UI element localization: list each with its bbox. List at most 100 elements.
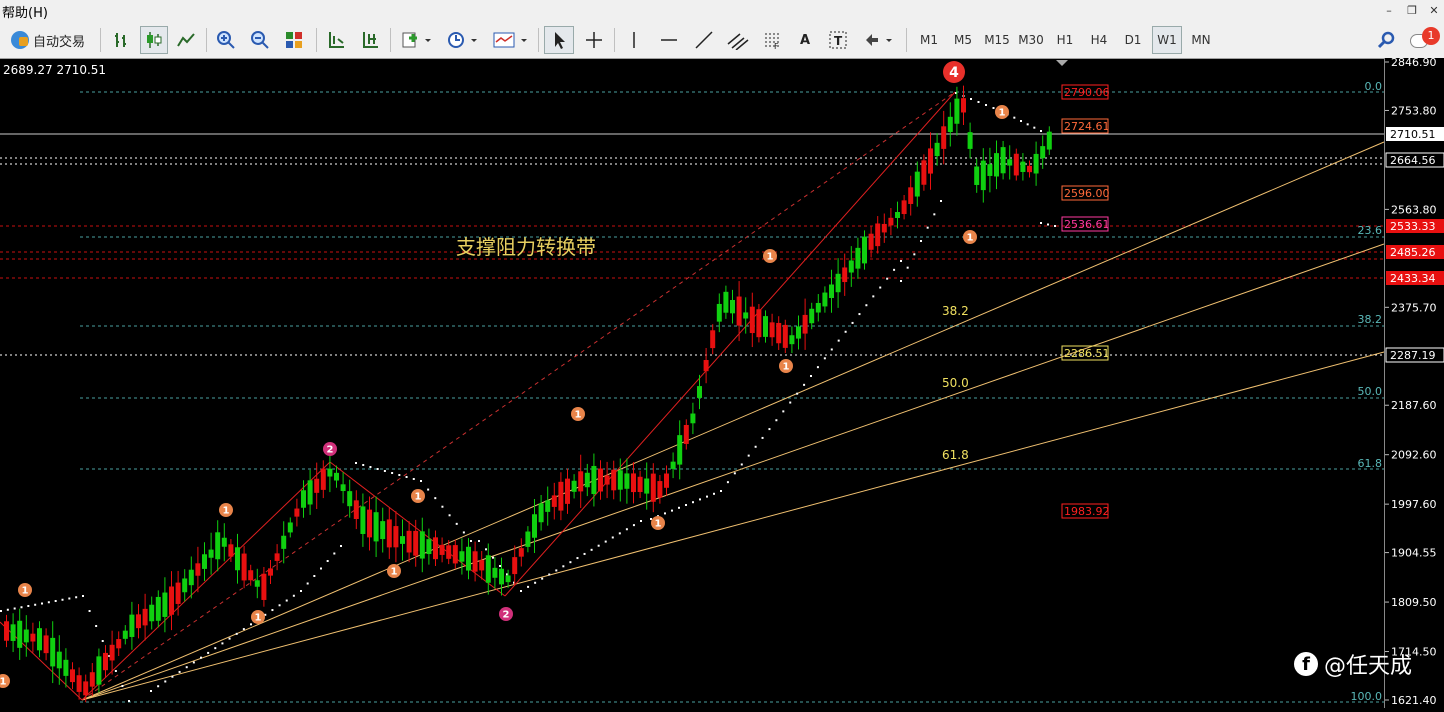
wave-count-label: 4 [949,65,959,81]
zoom-out-icon[interactable] [246,26,274,54]
candle-body [551,495,557,507]
candle-body [947,116,953,133]
menu-bar: 帮助(H) – ❐ ✕ [0,0,1444,23]
horizontal-line-icon[interactable] [654,26,684,54]
sar-dot [41,602,43,605]
candle-body [637,476,643,493]
auto-scroll-icon[interactable] [322,26,350,54]
sar-dot [462,531,465,534]
wave-count-label: 1 [391,567,398,578]
timeframe-m5[interactable]: M5 [948,26,978,54]
close-icon[interactable]: ✕ [1425,3,1443,19]
bar-chart-icon[interactable] [108,26,136,54]
candle-body [875,223,881,247]
candle-body [835,273,841,293]
sar-dot [1013,116,1016,119]
tile-windows-icon[interactable] [280,26,308,54]
fibonacci-icon[interactable]: F [758,26,786,54]
indicators-menu-button[interactable] [396,26,436,54]
price-chart[interactable]: 2790.06 2724.61 2596.00 2536.61 2286.51 1983.… [0,58,1444,708]
candle-body [776,322,782,344]
sar-dot [678,506,680,509]
sar-dot [618,532,621,535]
candle-body [1000,147,1006,174]
line-chart-icon[interactable] [172,26,200,54]
cursor-icon[interactable] [544,26,574,54]
sar-dot [405,476,408,478]
svg-text:T: T [834,34,843,48]
candle-body [683,424,689,444]
candle-body [994,153,999,177]
candle-body [809,308,815,324]
svg-text:F: F [774,42,779,50]
text-tool-icon[interactable]: A [792,26,818,54]
templates-menu-button[interactable] [488,26,532,54]
candle-body [565,478,570,504]
sar-dot [391,472,394,474]
candle-body [320,468,326,490]
candle-body [723,291,729,313]
auto-trade-button[interactable]: 自动交易 [2,26,94,54]
trendline-icon[interactable] [690,26,718,54]
minimize-icon[interactable]: – [1380,3,1398,19]
sar-dot [340,545,342,547]
search-icon[interactable] [1372,26,1400,54]
sar-dot [625,528,628,531]
sar-dot [713,492,715,495]
candle-body [782,324,788,348]
timeframe-m1[interactable]: M1 [914,26,944,54]
sar-dot [398,474,401,476]
timeframe-mn[interactable]: MN [1186,26,1216,54]
sar-dot [611,536,614,539]
candle-body [974,166,980,185]
sar-dot [1040,222,1042,224]
candle-body [829,284,834,298]
candle-body [386,519,392,548]
timeframe-m15[interactable]: M15 [982,26,1012,54]
candle-body [248,570,254,581]
timeframe-d1[interactable]: D1 [1118,26,1148,54]
menu-help[interactable]: 帮助(H) [2,2,48,21]
candle-body [149,604,155,622]
candle-body [796,326,801,339]
zoom-in-icon[interactable] [212,26,240,54]
notification-button[interactable]: 1 [1406,26,1442,54]
timeframe-w1[interactable]: W1 [1152,26,1182,54]
sar-dot [913,253,916,256]
crosshair-icon[interactable] [580,26,608,54]
vertical-line-icon[interactable] [620,26,648,54]
candle-body [954,98,960,124]
candle-body [710,330,716,349]
candle-body [360,506,366,534]
sar-dot [768,428,771,431]
sar-dot [68,597,71,600]
price-marker-label: 2533.33 [1390,220,1436,233]
sar-dot [782,410,785,413]
candle-body [499,568,504,585]
sar-dot [886,277,889,280]
candle-body [235,547,240,571]
periods-menu-button[interactable] [442,26,482,54]
candle-body [373,512,379,542]
candlestick-icon[interactable] [140,26,168,54]
timeframe-h4[interactable]: H4 [1084,26,1114,54]
candle-body [241,553,247,581]
channel-icon[interactable] [722,26,754,54]
arrows-menu-button[interactable] [858,26,898,54]
sar-dot [548,573,551,576]
text-label-icon[interactable]: T [824,26,852,54]
sar-dot [214,647,217,650]
timeframe-h1[interactable]: H1 [1050,26,1080,54]
sar-dot [362,464,365,466]
candle-body [815,302,821,313]
candle-body [571,480,577,492]
sar-dot [320,567,322,570]
candle-body [895,211,900,219]
candle-body [756,309,762,338]
chart-shift-icon[interactable] [356,26,384,54]
sar-dot [1020,120,1022,122]
candle-body [393,526,399,548]
timeframe-m30[interactable]: M30 [1016,26,1046,54]
restore-icon[interactable]: ❐ [1403,3,1421,19]
candle-body [644,478,650,494]
